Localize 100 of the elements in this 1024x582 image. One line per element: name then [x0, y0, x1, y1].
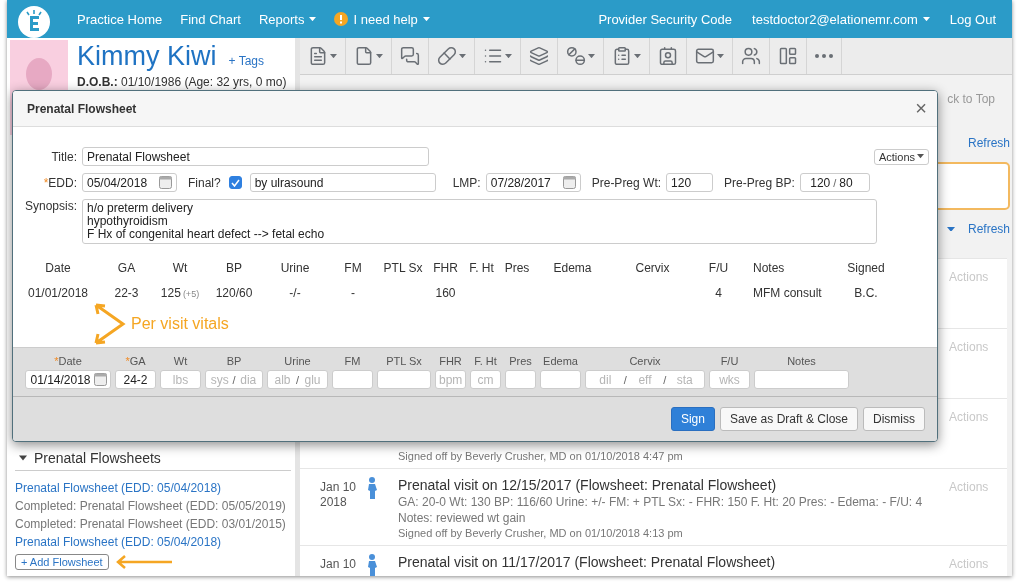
table-cell-text: 01/01/2018	[26, 286, 90, 300]
part-input[interactable]: alb	[271, 372, 294, 387]
part-input[interactable]: eff	[628, 372, 662, 387]
column-header: F/U	[707, 261, 730, 275]
caret-icon	[505, 53, 512, 59]
caret-icon	[376, 53, 383, 59]
section-title: Prenatal Flowsheets	[34, 450, 161, 466]
text-input[interactable]: lbs	[164, 372, 197, 387]
field-label: *EDD:	[42, 175, 77, 190]
caret-icon	[717, 53, 724, 59]
more-icon	[815, 54, 833, 58]
pre-preg-weight-field[interactable]: 120	[666, 173, 714, 192]
flowsheet-link[interactable]: Prenatal Flowsheet (EDD: 05/04/2018)	[15, 479, 295, 497]
input-field[interactable]: alb / glu	[267, 370, 328, 389]
table-cell-text: B.C.	[853, 286, 879, 300]
field-label: FHR	[438, 355, 463, 367]
separator: /	[833, 176, 837, 189]
date-input[interactable]: 07/28/2017	[490, 175, 560, 190]
field-label: Pre-Preg BP:	[724, 175, 795, 190]
caret-icon	[588, 53, 595, 59]
title-field[interactable]: Prenatal Flowsheet	[82, 147, 429, 166]
column-header: Cervix	[634, 261, 671, 275]
caret-icon	[309, 16, 317, 22]
field-label: Notes	[786, 355, 817, 367]
flowsheet-link[interactable]: Prenatal Flowsheet (EDD: 05/04/2018)	[15, 533, 295, 551]
field-label: Edema	[542, 355, 579, 367]
refresh-link[interactable]: Refresh	[967, 136, 1010, 150]
calendar-icon	[159, 176, 172, 189]
dialog-button[interactable]: Save as Draft & Close	[719, 407, 858, 431]
diastolic-input[interactable]: 80	[839, 175, 864, 190]
date-input[interactable]: 05/04/2018	[87, 175, 156, 190]
systolic-input[interactable]: 120	[806, 175, 831, 190]
dialog-button[interactable]: Dismiss	[863, 407, 925, 431]
field-label: Cervix	[628, 355, 662, 367]
pre-preg-bp-field[interactable]: 120 / 80	[799, 173, 870, 192]
visit-date: Jan 10	[320, 557, 358, 572]
final-checkbox[interactable]	[228, 176, 242, 189]
part-input[interactable]: sys	[209, 372, 231, 387]
field-label: Final?	[188, 175, 221, 190]
input-field[interactable]	[332, 370, 373, 389]
part-input[interactable]: dia	[237, 372, 259, 387]
column-header: Urine	[279, 261, 311, 275]
lmp-field[interactable]: 07/28/2017	[485, 173, 581, 192]
date-input[interactable]: 01/14/2018	[29, 372, 92, 387]
input-field[interactable]: lbs	[160, 370, 201, 389]
person-icon	[367, 477, 378, 499]
dialog-button[interactable]: Sign	[670, 407, 715, 431]
visit-title[interactable]: Prenatal visit on 11/17/2017 (Flowsheet: Prenatal Flowsheet)	[398, 554, 949, 570]
table-cell-text: MFM consult	[752, 286, 823, 300]
patient-dob: D.O.B.: 01/10/1986 (Age: 32 yrs, 0 mo)	[77, 75, 287, 89]
flowsheet-link[interactable]: Completed: Prenatal Flowsheet (EDD: 05/05/2019)	[15, 497, 295, 515]
column-header: BP	[225, 261, 243, 275]
edd-field[interactable]: 05/04/2018	[82, 173, 177, 192]
clipboard-icon	[612, 46, 632, 66]
table-cell-text: -	[350, 286, 356, 300]
actions-button[interactable]: Actions	[873, 148, 929, 165]
input-field[interactable]: 24-2	[115, 370, 156, 389]
input-field[interactable]: dil / eff / sta	[585, 370, 705, 389]
separator: /	[623, 373, 627, 386]
part-input[interactable]: dil	[589, 372, 622, 387]
column-header: Signed	[846, 261, 886, 275]
input-field[interactable]	[754, 370, 849, 389]
input-field[interactable]	[505, 370, 536, 389]
caret-icon	[922, 16, 930, 22]
date-field[interactable]: 01/14/2018	[25, 370, 111, 389]
flowsheet-link[interactable]: Completed: Prenatal Flowsheet (EDD: 03/01/2015)	[15, 515, 295, 533]
input-field[interactable]: bpm	[435, 370, 466, 389]
input-field[interactable]	[377, 370, 431, 389]
file-icon	[354, 46, 374, 66]
caret-icon	[330, 53, 337, 59]
field-label: Title:	[50, 149, 77, 164]
group-icon	[741, 46, 761, 66]
input-field[interactable]	[540, 370, 581, 389]
field-label: FM	[343, 355, 362, 367]
column-header: Date	[44, 261, 72, 275]
text-input[interactable]: wks	[713, 372, 746, 387]
visit-date: Jan 10	[320, 480, 358, 495]
refresh-link[interactable]: Refresh	[967, 222, 1010, 236]
tags-link[interactable]: + Tags	[228, 54, 264, 68]
document-icon	[308, 46, 328, 66]
input-field[interactable]: cm	[470, 370, 501, 389]
synopsis-field[interactable]: h/o preterm delivery hypothyroidism F Hx of congenital heart defect --> fetal echo	[82, 199, 877, 244]
layers-icon	[529, 46, 549, 66]
text-input[interactable]: 24-2	[119, 372, 152, 387]
input-field[interactable]: wks	[709, 370, 750, 389]
separator: /	[232, 373, 236, 386]
annotation-arrow	[114, 555, 173, 569]
input-field[interactable]: sys / dia	[205, 370, 263, 389]
add-flowsheet-button[interactable]: + Add Flowsheet	[15, 554, 109, 570]
visit-title[interactable]: Prenatal visit on 12/15/2017 (Flowsheet: Prenatal Flowsheet)	[398, 477, 949, 493]
final-note-field[interactable]: by ulrasound	[249, 173, 436, 192]
part-input[interactable]: sta	[668, 372, 701, 387]
logo[interactable]	[18, 6, 50, 40]
close-button[interactable]: ×	[915, 97, 927, 120]
part-input[interactable]: glu	[301, 372, 324, 387]
field-label: Pres	[508, 355, 533, 367]
caret-icon[interactable]	[19, 454, 27, 462]
text-input[interactable]: bpm	[439, 372, 462, 387]
text-input[interactable]: cm	[474, 372, 497, 387]
dialog-title: Prenatal Flowsheet	[27, 101, 137, 116]
